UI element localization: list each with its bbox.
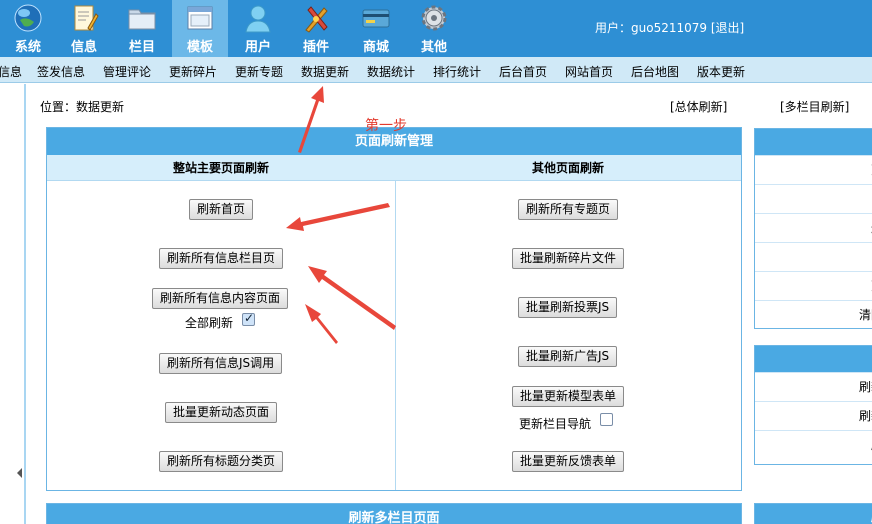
submenu-item-data-stats[interactable]: 数据统计: [367, 63, 415, 80]
tools-icon: [305, 6, 328, 33]
nav-label-info: 信息: [70, 40, 97, 55]
nav-label-plugin: 插件: [302, 40, 329, 55]
column-divider: [395, 181, 396, 490]
left-column-heading: 整站主要页面刷新: [172, 161, 269, 175]
collapse-arrow-icon[interactable]: [17, 468, 22, 478]
user-icon: [245, 5, 271, 33]
refresh-all-link[interactable]: [总体刷新]: [670, 98, 727, 115]
refresh-all-js-calls-button[interactable]: 刷新所有信息JS调用: [159, 353, 283, 374]
right-panel-row[interactable]: 删: [755, 213, 872, 242]
top-nav-bar: 系统 信息 栏目 模板 用户 插件 商城 其他 用户：guo5211079 [退…: [0, 0, 872, 57]
right-panel-row[interactable]: 刷: [755, 430, 872, 459]
submenu-item-site-home[interactable]: 网站首页: [565, 63, 613, 80]
card-icon: [362, 9, 390, 28]
nav-item-system[interactable]: 系统: [0, 0, 56, 57]
gear-icon: [421, 5, 447, 31]
all-refresh-checkbox[interactable]: [242, 311, 255, 326]
nav-item-other[interactable]: 其他: [406, 0, 462, 57]
multi-column-panel-title: 刷新多栏目页面: [47, 504, 741, 524]
refresh-all-column-pages-button[interactable]: 刷新所有信息栏目页: [159, 248, 284, 269]
batch-update-dynamic-pages-button[interactable]: 批量更新动态页面: [165, 402, 278, 423]
update-column-nav-checkbox[interactable]: [600, 413, 613, 426]
submenu-item-rank-stats[interactable]: 排行统计: [433, 63, 481, 80]
batch-refresh-vote-js-button[interactable]: 批量刷新投票JS: [518, 297, 618, 318]
nav-label-user: 用户: [244, 40, 271, 55]
globe-icon: [14, 4, 42, 32]
nav-item-mall[interactable]: 商城: [348, 0, 404, 57]
batch-refresh-ad-js-button[interactable]: 批量刷新广告JS: [518, 346, 618, 367]
right-panel-top: 更 删 更 清除: [754, 128, 872, 329]
submenu-item-admin-home[interactable]: 后台首页: [499, 63, 547, 80]
right-panel-bottom: 刷: [754, 503, 872, 524]
right-panel-row[interactable]: 更: [755, 155, 872, 184]
left-collapse-strip: [0, 84, 26, 524]
update-column-nav-label: 更新栏目导航: [519, 417, 592, 431]
location-breadcrumb: 位置：数据更新: [40, 100, 125, 114]
batch-update-model-forms-button[interactable]: 批量更新模型表单: [512, 386, 625, 407]
right-panel-row[interactable]: 清除: [755, 300, 872, 329]
submenu-item-version-update[interactable]: 版本更新: [697, 63, 745, 80]
right-panel-row[interactable]: 刷新: [755, 401, 872, 430]
refresh-title-category-pages-button[interactable]: 刷新所有标题分类页: [159, 451, 284, 472]
multi-column-refresh-panel: 刷新多栏目页面: [46, 503, 742, 524]
right-panel-row[interactable]: 更: [755, 271, 872, 300]
refresh-all-topic-pages-button[interactable]: 刷新所有专题页: [518, 199, 619, 220]
right-panel-row[interactable]: 刷新: [755, 372, 872, 401]
nav-label-system: 系统: [14, 40, 41, 55]
submenu-item-admin-map[interactable]: 后台地图: [631, 63, 679, 80]
submenu-item-manage-comments[interactable]: 管理评论: [103, 63, 151, 80]
window-template-icon: [187, 6, 213, 30]
submenu-item-update-fragments[interactable]: 更新碎片: [169, 63, 217, 80]
batch-update-feedback-forms-button[interactable]: 批量更新反馈表单: [512, 451, 625, 472]
submenu-item-data-update[interactable]: 数据更新: [301, 63, 349, 80]
page-refresh-panel: 页面刷新管理 整站主要页面刷新 其他页面刷新 刷新首页 刷新所有信息栏目页 刷新…: [46, 127, 742, 491]
right-column-heading: 其他页面刷新: [531, 161, 604, 175]
refresh-multi-column-link[interactable]: [多栏目刷新]: [780, 98, 849, 115]
nav-item-info[interactable]: 信息: [56, 0, 112, 57]
all-refresh-label: 全部刷新: [185, 316, 234, 330]
refresh-homepage-button[interactable]: 刷新首页: [189, 199, 254, 220]
document-edit-icon: [74, 5, 99, 31]
submenu-item-update-topics[interactable]: 更新专题: [235, 63, 283, 80]
column-headings: 整站主要页面刷新 其他页面刷新: [47, 155, 741, 181]
submenu-bar: 信息 签发信息 管理评论 更新碎片 更新专题 数据更新 数据统计 排行统计 后台…: [0, 57, 872, 83]
nav-item-user[interactable]: 用户: [230, 0, 286, 57]
batch-refresh-fragments-button[interactable]: 批量刷新碎片文件: [512, 248, 625, 269]
right-panel-row: [755, 184, 872, 213]
nav-item-column[interactable]: 栏目: [114, 0, 170, 57]
submenu-item-sign-info[interactable]: 签发信息: [37, 63, 85, 80]
user-info: 用户：guo5211079 [退出]: [595, 19, 744, 36]
nav-label-template: 模板: [186, 40, 213, 55]
username-text: 用户：guo5211079: [595, 21, 708, 35]
right-panel-row: [755, 242, 872, 271]
nav-label-column: 栏目: [128, 40, 155, 55]
step-one-annotation: 第一步: [365, 118, 407, 134]
folder-icon: [128, 9, 156, 30]
nav-item-template[interactable]: 模板: [172, 0, 228, 57]
right-panel-top-heading: [755, 129, 872, 155]
right-panel-middle: 自 刷新 刷新 刷: [754, 345, 872, 465]
refresh-all-content-pages-button[interactable]: 刷新所有信息内容页面: [152, 288, 289, 309]
logout-link[interactable]: [退出]: [711, 21, 744, 35]
nav-item-plugin[interactable]: 插件: [288, 0, 344, 57]
nav-label-mall: 商城: [362, 40, 389, 55]
right-panel-bottom-heading: 刷: [755, 504, 872, 524]
nav-label-other: 其他: [420, 40, 447, 55]
right-panel-middle-heading: 自: [755, 346, 872, 372]
submenu-item-info[interactable]: 信息: [0, 63, 22, 80]
